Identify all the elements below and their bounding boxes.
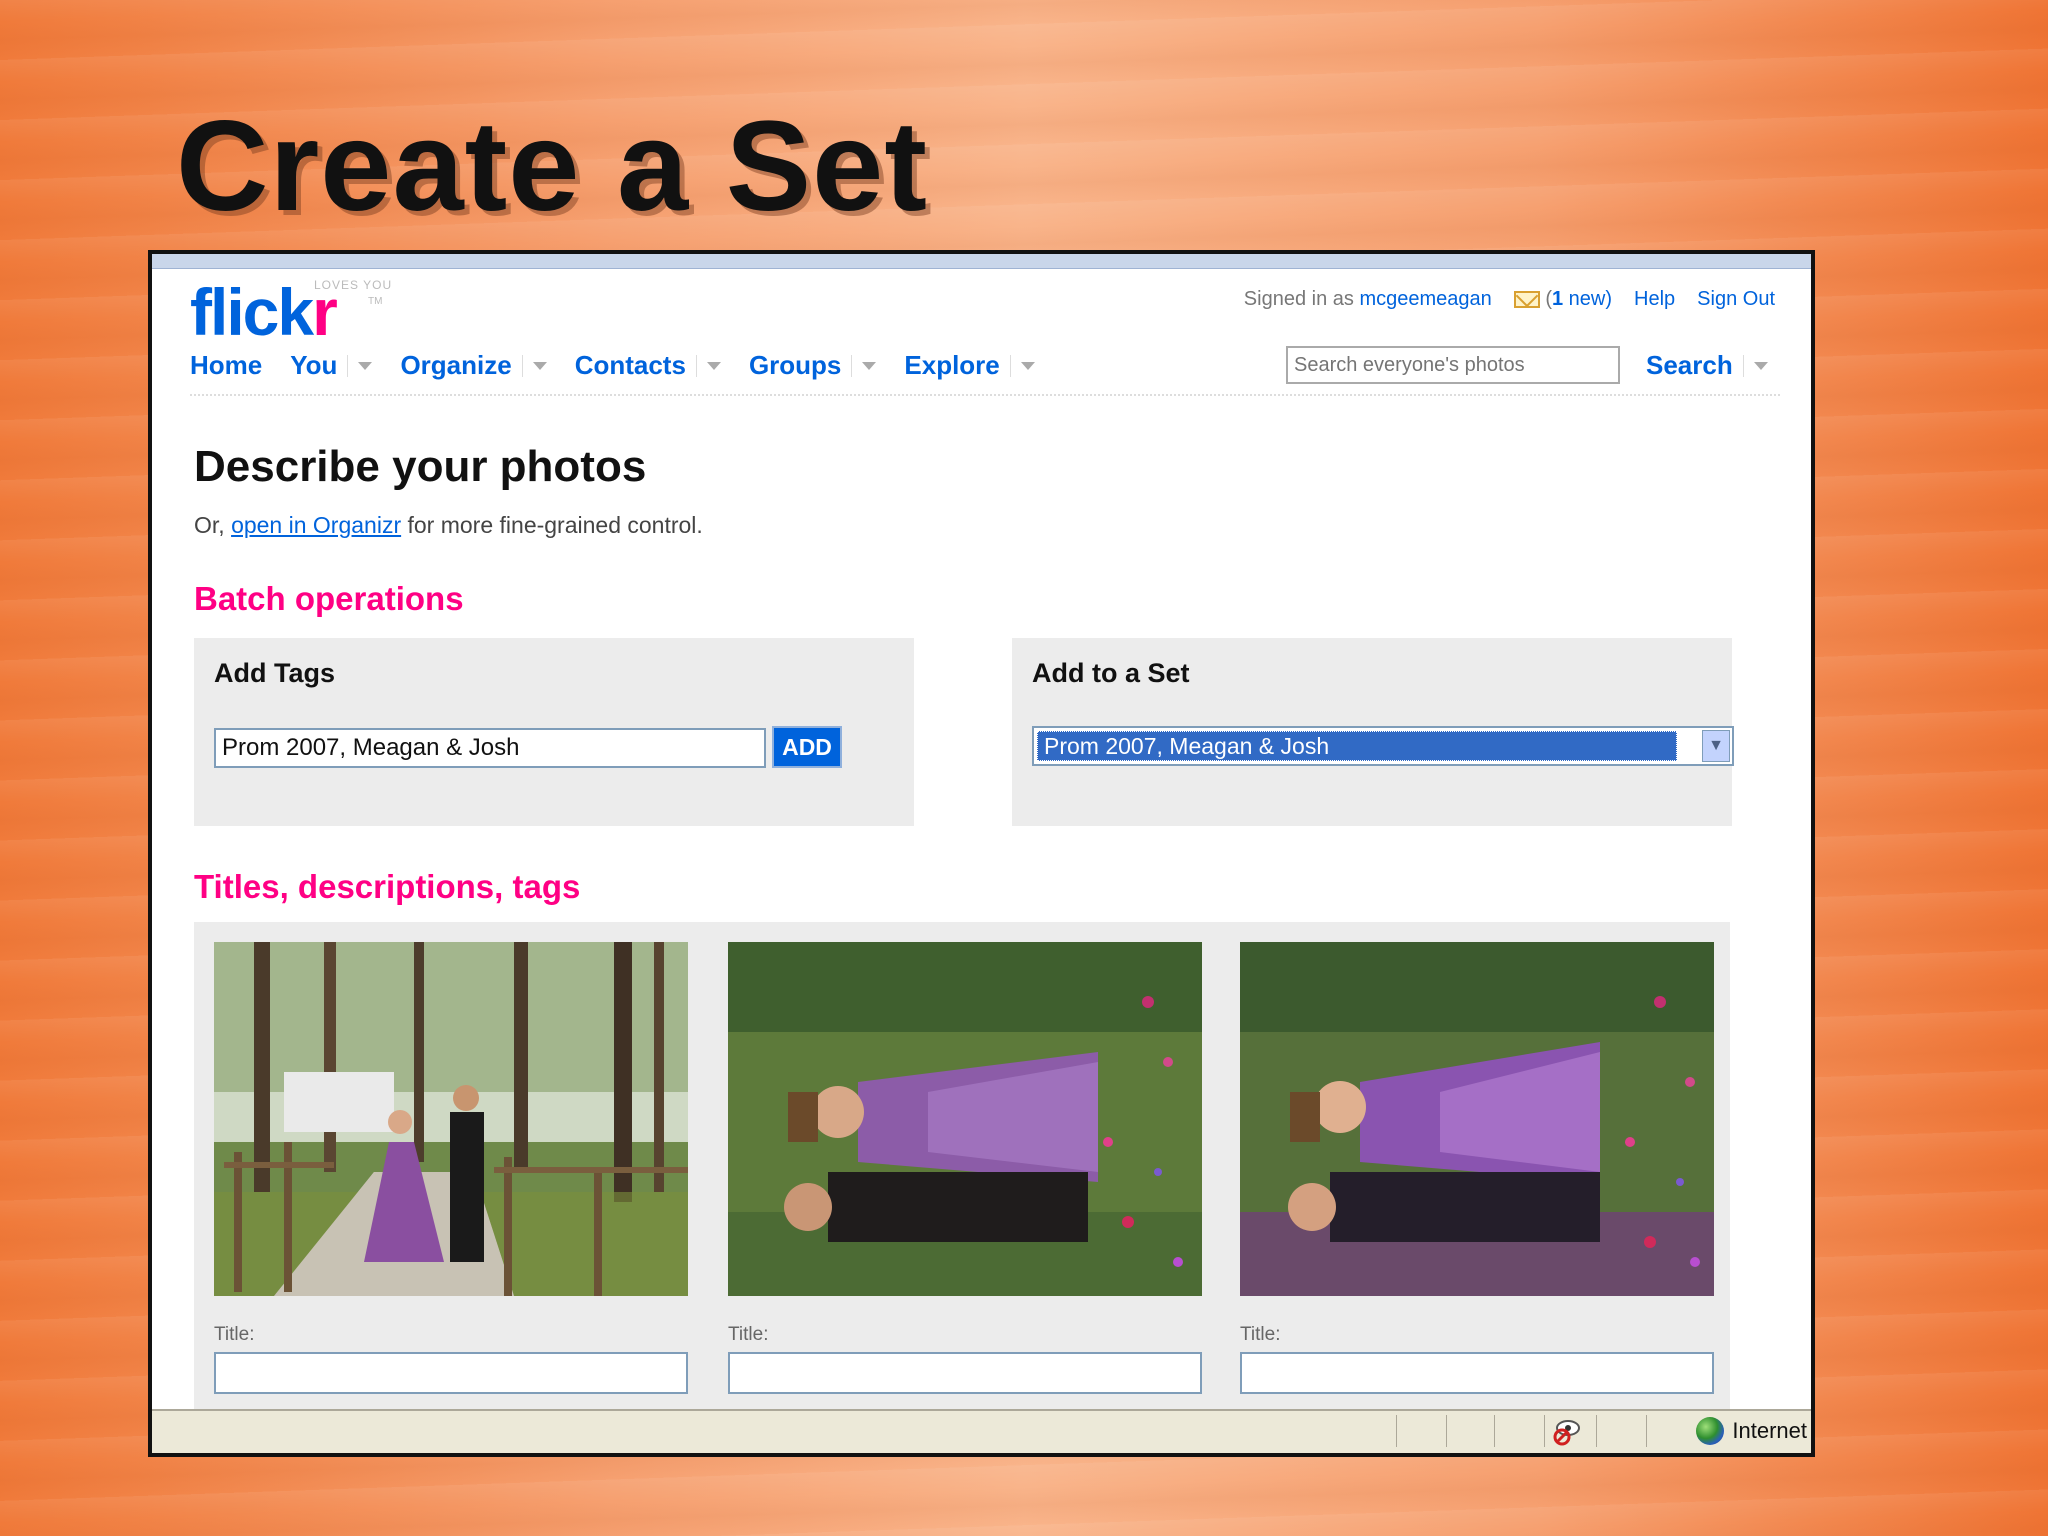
add-tags-title: Add Tags [214, 658, 335, 688]
mail-icon [1513, 291, 1540, 309]
globe-icon [1696, 1417, 1725, 1445]
chevron-down-icon[interactable] [706, 361, 721, 370]
browser-top-stripe [152, 254, 1811, 269]
nav-label-you: You [290, 350, 338, 380]
nav-label-contacts: Contacts [574, 350, 686, 380]
browser-window: flickr LOVES YOU TM Signed in as mcgeeme… [148, 250, 1815, 1457]
chevron-down-icon[interactable] [358, 361, 373, 370]
photo-thumbnail[interactable] [1240, 942, 1714, 1296]
mail-new-link[interactable]: new) [1569, 288, 1612, 310]
photo-image [1240, 942, 1714, 1296]
signed-in-status: Signed in as mcgeemeagan [1244, 288, 1492, 311]
nav-item-organize[interactable]: Organize [400, 350, 547, 381]
nav-label-home: Home [190, 350, 263, 380]
browser-status-bar: Internet [152, 1409, 1811, 1453]
set-select-value: Prom 2007, Meagan & Josh [1037, 731, 1677, 761]
logo-tagline: LOVES YOU [314, 278, 393, 292]
main-nav: Home You Organize Contacts Groups Explor… [190, 350, 1063, 381]
chevron-down-icon[interactable] [532, 361, 547, 370]
nav-item-groups[interactable]: Groups [748, 350, 877, 381]
nav-label-organize: Organize [400, 350, 512, 380]
add-tags-button[interactable]: ADD [772, 726, 842, 768]
security-zone-label: Internet [1732, 1418, 1807, 1443]
status-cell [1596, 1415, 1597, 1447]
search-button-label: Search [1646, 350, 1733, 380]
chevron-down-icon[interactable] [1020, 361, 1035, 370]
titles-heading: Titles, descriptions, tags [194, 868, 581, 905]
signed-in-label: Signed in as [1243, 288, 1354, 310]
photo-title-label: Title: [214, 1324, 255, 1345]
status-cell [1396, 1415, 1397, 1447]
nav-item-contacts[interactable]: Contacts [575, 350, 721, 381]
page-title: Describe your photos [194, 442, 647, 491]
photo-title-label: Title: [1240, 1324, 1281, 1345]
hint-suffix: for more fine-grained control. [407, 512, 703, 538]
account-links: Signed in as mcgeemeagan (1 new) Help Si… [1244, 288, 1775, 311]
chevron-down-icon[interactable] [1753, 361, 1768, 370]
photo-grid: Title: Title: Title: [194, 922, 1730, 1422]
organizr-hint: Or, open in Organizr for more fine-grain… [194, 512, 703, 539]
mail-paren: ( [1545, 288, 1552, 310]
privacy-eye-icon[interactable] [1552, 1417, 1582, 1447]
organizr-link[interactable]: open in Organizr [231, 512, 401, 538]
tags-input[interactable] [214, 728, 766, 768]
photo-title-label: Title: [728, 1324, 769, 1345]
security-zone: Internet [1696, 1417, 1807, 1445]
status-cell [1544, 1415, 1545, 1447]
nav-divider [190, 394, 1780, 396]
nav-label-explore: Explore [904, 350, 1000, 380]
slide-title: Create a Set [176, 95, 928, 238]
photo-title-input[interactable] [214, 1352, 688, 1394]
set-select[interactable]: Prom 2007, Meagan & Josh ▼ [1032, 726, 1734, 766]
mail-status[interactable]: (1 new) [1513, 288, 1612, 311]
add-to-set-title: Add to a Set [1032, 658, 1190, 688]
photo-image [214, 942, 688, 1296]
search-input[interactable] [1286, 346, 1620, 384]
mail-count: 1 [1551, 288, 1564, 310]
chevron-down-icon[interactable] [862, 361, 877, 370]
nav-item-explore[interactable]: Explore [904, 350, 1035, 381]
add-tags-panel: Add Tags ADD [194, 638, 914, 826]
photo-thumbnail[interactable] [728, 942, 1202, 1296]
nav-item-you[interactable]: You [290, 350, 373, 381]
search-button[interactable]: Search [1646, 350, 1768, 381]
nav-label-groups: Groups [748, 350, 842, 380]
photo-image [728, 942, 1202, 1296]
add-to-set-panel: Add to a Set Prom 2007, Meagan & Josh ▼ [1012, 638, 1734, 826]
nav-item-home[interactable]: Home [190, 350, 262, 381]
photo-thumbnail[interactable] [214, 942, 688, 1296]
status-cell [1646, 1415, 1647, 1447]
help-link[interactable]: Help [1634, 288, 1675, 311]
chevron-down-icon[interactable]: ▼ [1702, 730, 1730, 762]
batch-operations-heading: Batch operations [194, 580, 464, 617]
logo-trademark: TM [368, 296, 383, 307]
username-link[interactable]: mcgeemeagan [1359, 288, 1491, 310]
status-cell [1446, 1415, 1447, 1447]
status-cell [1494, 1415, 1495, 1447]
sign-out-link[interactable]: Sign Out [1697, 288, 1775, 311]
logo-text-main: flick [190, 275, 314, 349]
photo-title-input[interactable] [1240, 1352, 1714, 1394]
hint-prefix: Or, [194, 512, 225, 538]
photo-title-input[interactable] [728, 1352, 1202, 1394]
